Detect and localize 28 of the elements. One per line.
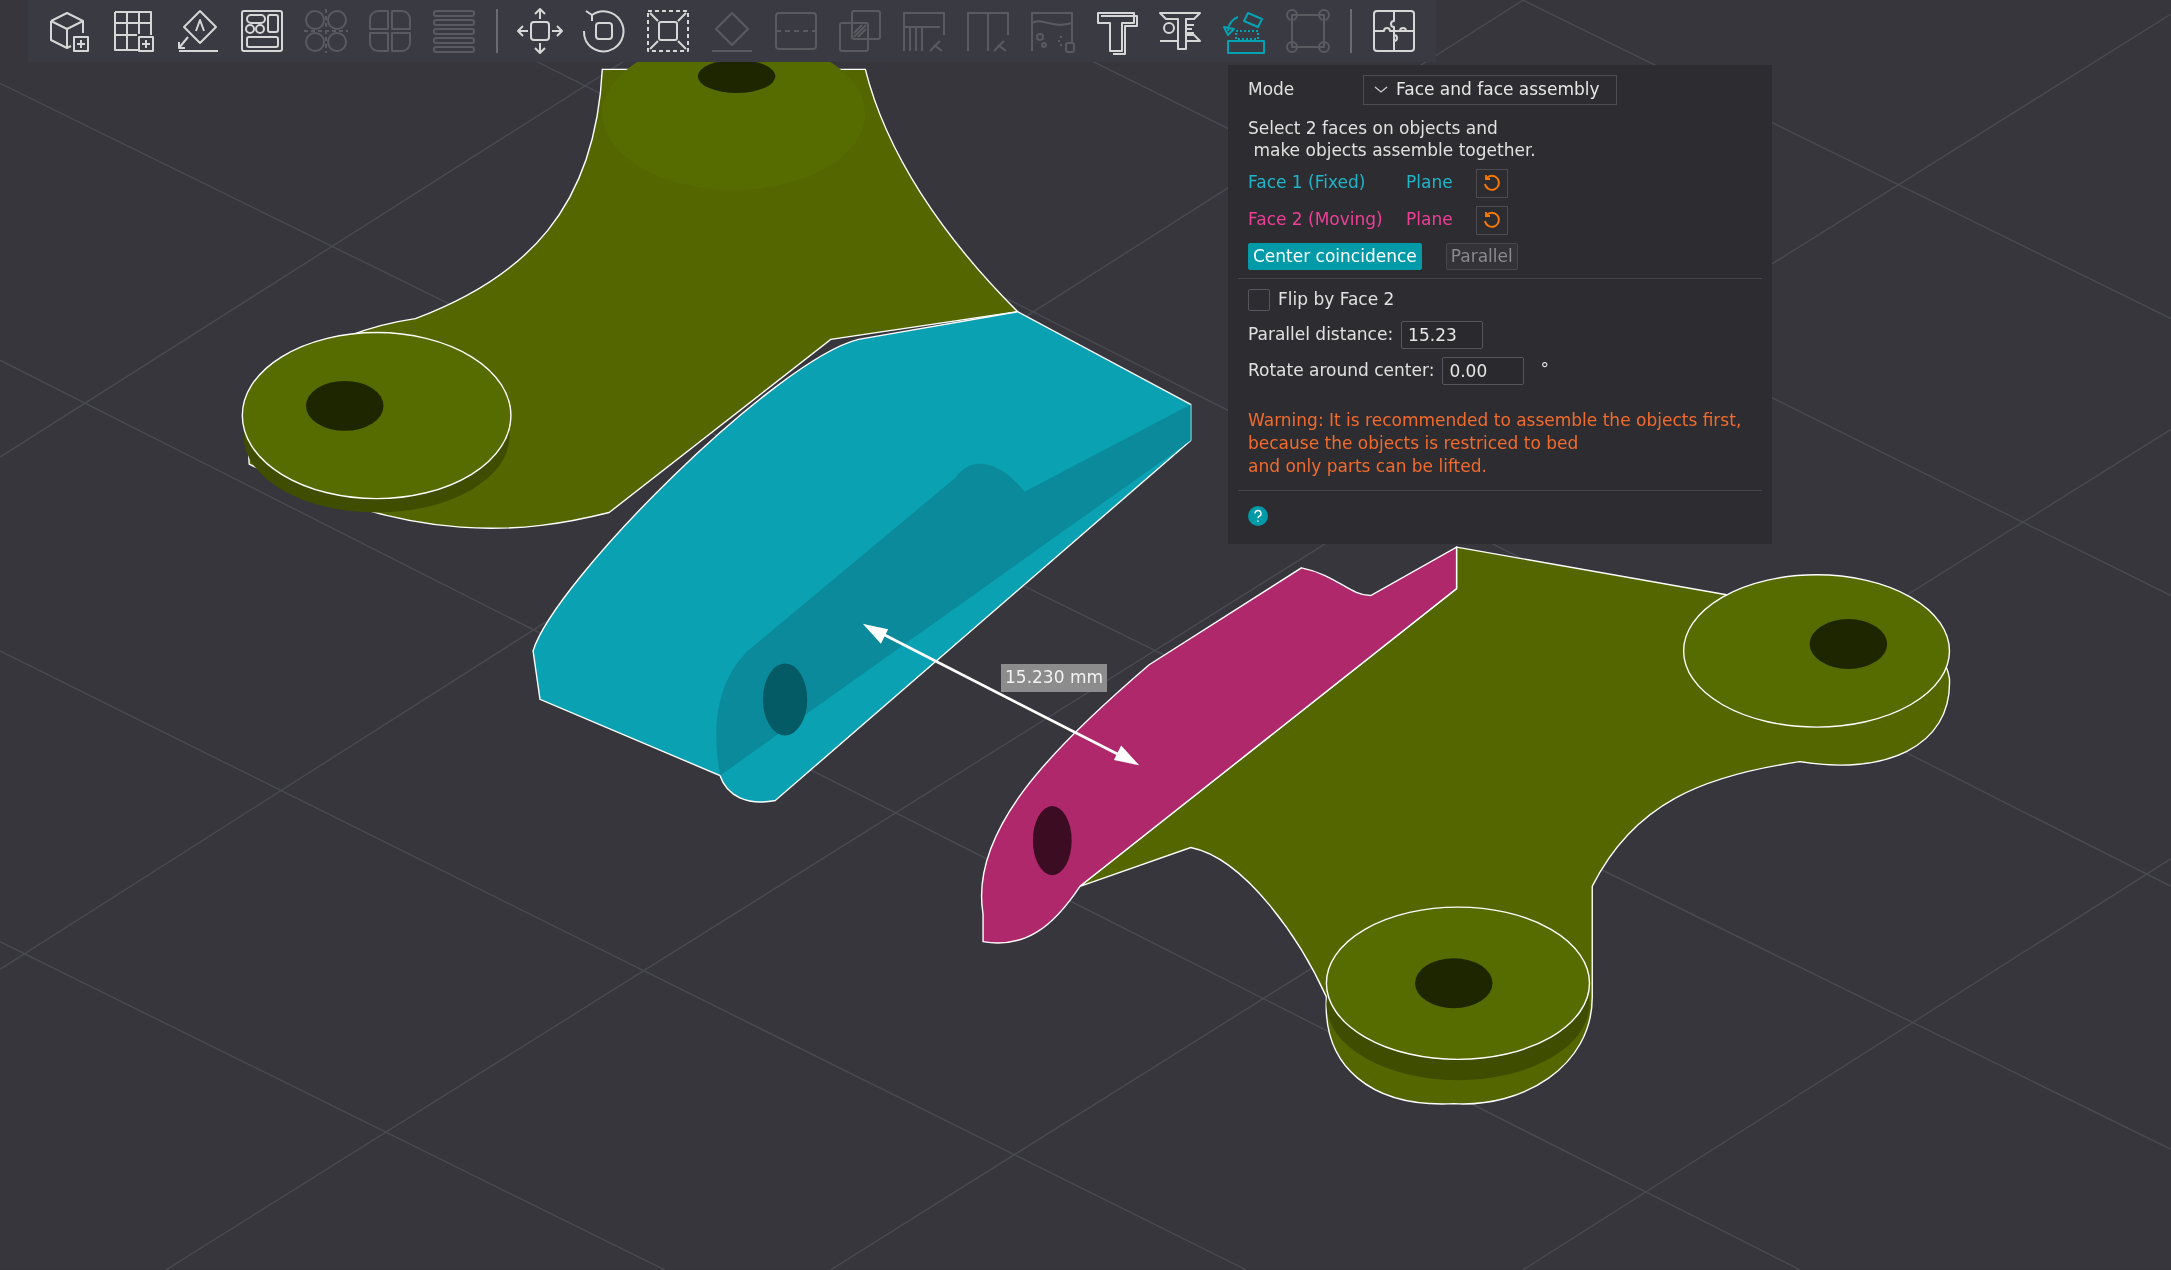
measurement-label: 15.230 mm	[1001, 664, 1107, 692]
reset-button[interactable]	[1476, 205, 1508, 235]
rotate-angle-field[interactable]: 0.00	[1442, 356, 1525, 385]
reset-icon	[1482, 173, 1502, 194]
chevron-down-icon	[1374, 85, 1388, 94]
rotate-icon[interactable]	[580, 7, 628, 55]
face-type: Plane	[1406, 171, 1454, 195]
mode-label: Mode	[1248, 78, 1296, 101]
face-label: Face 1 (Fixed)	[1248, 171, 1367, 195]
parallel-distance-field[interactable]: 15.23	[1401, 320, 1484, 349]
help-icon[interactable]	[1248, 505, 1268, 526]
flip-label: Flip by Face 2	[1278, 288, 1395, 312]
parallel-button[interactable]: Parallel	[1445, 242, 1518, 271]
puzzle-icon[interactable]	[1370, 7, 1418, 55]
rotate-angle-label: Rotate around center:	[1248, 358, 1435, 382]
degree-unit: °	[1540, 357, 1549, 381]
scale-icon[interactable]	[644, 7, 692, 55]
layout-icon[interactable]	[238, 7, 286, 55]
move-icon[interactable]	[516, 7, 564, 55]
instruction-text: Select 2 faces on objects and make objects assemble together.	[1248, 116, 1537, 161]
reset-button[interactable]	[1476, 168, 1508, 198]
warning-text: Warning: It is recommended to assemble the objects first, because the objects is restriced to bed and only parts can be lifted.	[1248, 408, 1743, 478]
reset-icon	[1482, 210, 1502, 231]
face-type: Plane	[1406, 208, 1454, 232]
parallel-distance-label: Parallel distance:	[1248, 322, 1394, 346]
face-label: Face 2 (Moving)	[1248, 208, 1384, 232]
mode-dropdown[interactable]: Face and face assembly	[1363, 75, 1617, 105]
flip-checkbox[interactable]	[1248, 288, 1270, 311]
